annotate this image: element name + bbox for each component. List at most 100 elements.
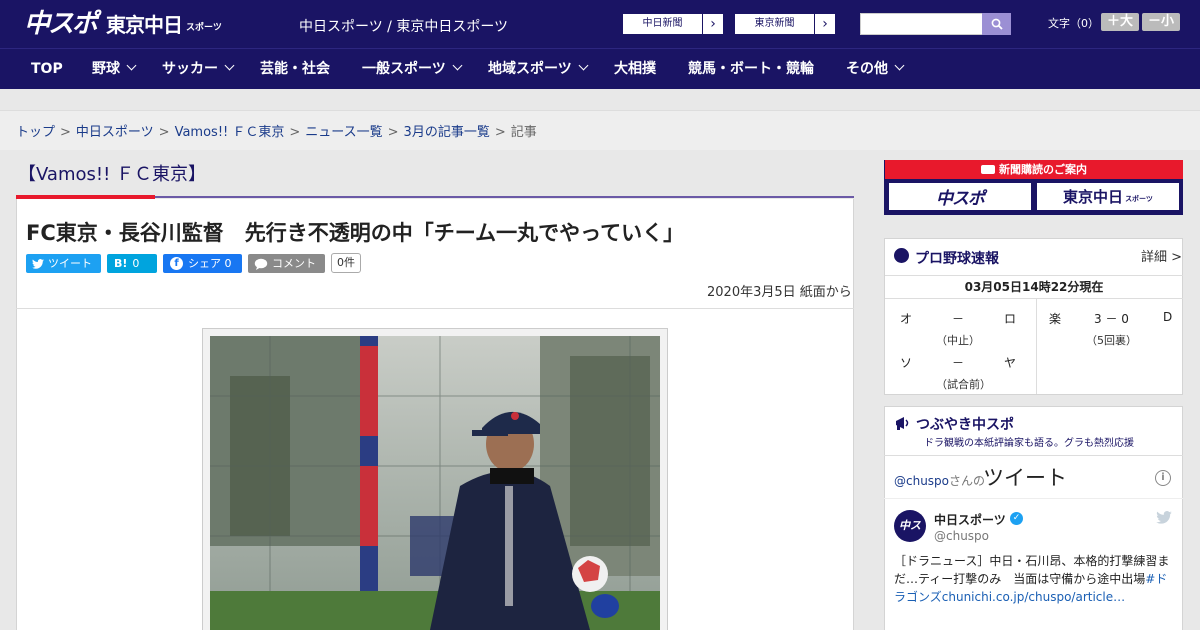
comment-button[interactable]: コメント: [248, 254, 325, 273]
breadcrumb-link[interactable]: トップ: [16, 125, 55, 140]
article-date: 2020年3月5日 紙面から: [707, 285, 852, 300]
font-increase-button[interactable]: ＋大: [1101, 13, 1139, 31]
breadcrumb-link[interactable]: ニュース一覧: [305, 125, 382, 140]
chevron-down-icon: [578, 60, 589, 71]
subscription-title-text: 新聞購読のご案内: [999, 163, 1087, 176]
hatena-icon: B!: [114, 257, 128, 270]
section-title[interactable]: 【Vamos!! ＦＣ東京】: [18, 160, 206, 186]
twitter-handle-link[interactable]: @chuspo: [894, 474, 949, 488]
twitter-header-label: ツイート: [983, 466, 1067, 490]
game-status: （試合前）: [936, 378, 991, 391]
breadcrumb-link[interactable]: 3月の記事一覧: [404, 125, 490, 140]
nav-label: その他: [846, 61, 888, 77]
game-status: （中止）: [936, 334, 980, 347]
breadcrumb-current: 記事: [510, 125, 537, 140]
main-nav: TOP 野球 サッカー 芸能・社会 一般スポーツ 地域スポーツ 大相撲 競馬・ボ…: [0, 48, 1200, 89]
avatar[interactable]: 中スポ: [894, 510, 926, 542]
breadcrumb-separator: >: [289, 125, 301, 140]
pro-baseball-title: プロ野球速報: [915, 251, 999, 267]
twitter-divider: [884, 498, 1183, 499]
tokyo-shimbun-label: 東京新聞: [735, 14, 815, 34]
chevron-down-icon: [224, 60, 235, 71]
nav-local-sports[interactable]: 地域スポーツ: [488, 49, 589, 90]
nav-label: 大相撲: [614, 61, 656, 77]
search-button[interactable]: [982, 13, 1011, 35]
nav-sumo[interactable]: 大相撲: [614, 49, 656, 90]
nav-label: 一般スポーツ: [362, 61, 446, 77]
comment-label: コメント: [272, 257, 316, 270]
search-icon: [991, 18, 1003, 30]
nav-label: 競馬・ボート・競輪: [688, 61, 814, 77]
game-team: ヤ: [1004, 356, 1017, 370]
comment-bubble-icon: [254, 258, 268, 270]
nav-baseball[interactable]: 野球: [92, 49, 137, 90]
tweet-body-text: ［ドラニュース］中日・石川昂、本格的打撃練習まだ…ティー打撃のみ 当面は守備から…: [894, 554, 1170, 586]
facebook-share-button[interactable]: f シェア 0: [163, 254, 242, 273]
facebook-share-label: シェア 0: [188, 257, 232, 270]
nav-soccer[interactable]: サッカー: [162, 49, 235, 90]
subscribe-chuspo-logo[interactable]: 中スポ: [888, 182, 1032, 211]
font-decrease-button[interactable]: －小: [1142, 13, 1180, 31]
article-headline: FC東京・長谷川監督 先行き不透明の中「チーム一丸でやっていく」: [26, 221, 685, 245]
article-photo[interactable]: [210, 336, 660, 630]
subscribe-tokyo-chunichi-logo[interactable]: 東京中日 スポーツ: [1036, 182, 1180, 211]
nav-label: 地域スポーツ: [488, 61, 572, 77]
breadcrumb-link[interactable]: 中日スポーツ: [76, 125, 154, 140]
tweet-link[interactable]: chunichi.co.jp/chuspo/article…: [942, 590, 1125, 604]
chevron-right-icon: ›: [822, 16, 828, 32]
site-logo[interactable]: 中スポ 東京中日 スポーツ: [24, 9, 222, 39]
section-rule: [155, 196, 854, 198]
nav-other[interactable]: その他: [846, 49, 905, 90]
chevron-down-icon: [894, 60, 905, 71]
twitter-header-handle[interactable]: @chuspoさんの: [894, 472, 985, 489]
logo-sports: スポーツ: [186, 23, 222, 33]
facebook-icon: f: [170, 257, 183, 270]
nav-label: サッカー: [162, 61, 218, 77]
game-team: ロ: [1004, 312, 1017, 326]
breadcrumb-separator: >: [387, 125, 399, 140]
breadcrumb-separator: >: [494, 125, 506, 140]
game-team: 楽: [1049, 312, 1062, 326]
article-divider: [16, 308, 854, 309]
game-score: －: [952, 312, 965, 326]
game-team: D: [1163, 310, 1173, 324]
nav-top[interactable]: TOP: [31, 49, 63, 90]
info-icon[interactable]: i: [1155, 470, 1171, 486]
nav-keiba[interactable]: 競馬・ボート・競輪: [688, 49, 814, 90]
pro-baseball-detail-link[interactable]: 詳細 >: [1141, 246, 1182, 265]
tweet-button[interactable]: ツイート: [26, 254, 101, 273]
chevron-down-icon: [126, 60, 137, 71]
twitter-header-suffix: さんの: [949, 474, 986, 488]
newspaper-icon: [981, 165, 995, 174]
game-team: オ: [900, 312, 913, 326]
chunichi-shimbun-label: 中日新聞: [623, 14, 703, 34]
tweet-text: ［ドラニュース］中日・石川昂、本格的打撃練習まだ…ティー打撃のみ 当面は守備から…: [894, 552, 1172, 606]
font-size-label: 文字（0）: [1048, 17, 1099, 30]
nav-label: TOP: [31, 61, 63, 77]
game-score: 3 － 0: [1094, 312, 1129, 326]
site-title[interactable]: 中日スポーツ / 東京中日スポーツ: [299, 16, 508, 36]
hatena-bookmark-button[interactable]: B! 0: [107, 254, 157, 273]
verified-badge-icon: ✓: [1010, 512, 1023, 525]
score-column-divider: [1036, 299, 1037, 394]
breadcrumb-link[interactable]: Vamos!! ＦＣ東京: [175, 125, 285, 140]
breadcrumb: トップ > 中日スポーツ > Vamos!! ＦＣ東京 > ニュース一覧 >3月の記事一覧 > 記…: [16, 121, 537, 140]
coach-photo-illustration: [210, 336, 660, 630]
chunichi-shimbun-link[interactable]: 中日新聞 ›: [622, 13, 724, 35]
comment-count: 0件: [331, 253, 361, 273]
nav-general-sports[interactable]: 一般スポーツ: [362, 49, 463, 90]
search-input[interactable]: [860, 13, 983, 35]
logo-tokyo-chunichi: 東京中日: [106, 13, 183, 37]
twitter-divider: [884, 455, 1183, 456]
hatena-count: 0: [132, 257, 140, 270]
tokyo-chunichi-suffix: スポーツ: [1125, 195, 1153, 203]
tokyo-shimbun-link[interactable]: 東京新聞 ›: [734, 13, 836, 35]
tweet-author-name[interactable]: 中日スポーツ: [934, 511, 1006, 528]
logo-chuspo: 中スポ: [24, 9, 98, 39]
twitter-bird-icon: [32, 258, 44, 269]
nav-entertainment[interactable]: 芸能・社会: [260, 49, 330, 90]
twitter-bird-icon[interactable]: [1156, 511, 1172, 524]
tokyo-chunichi-text: 東京中日: [1063, 188, 1124, 206]
tweet-author-handle[interactable]: @chuspo: [934, 529, 989, 543]
chevron-down-icon: [452, 60, 463, 71]
